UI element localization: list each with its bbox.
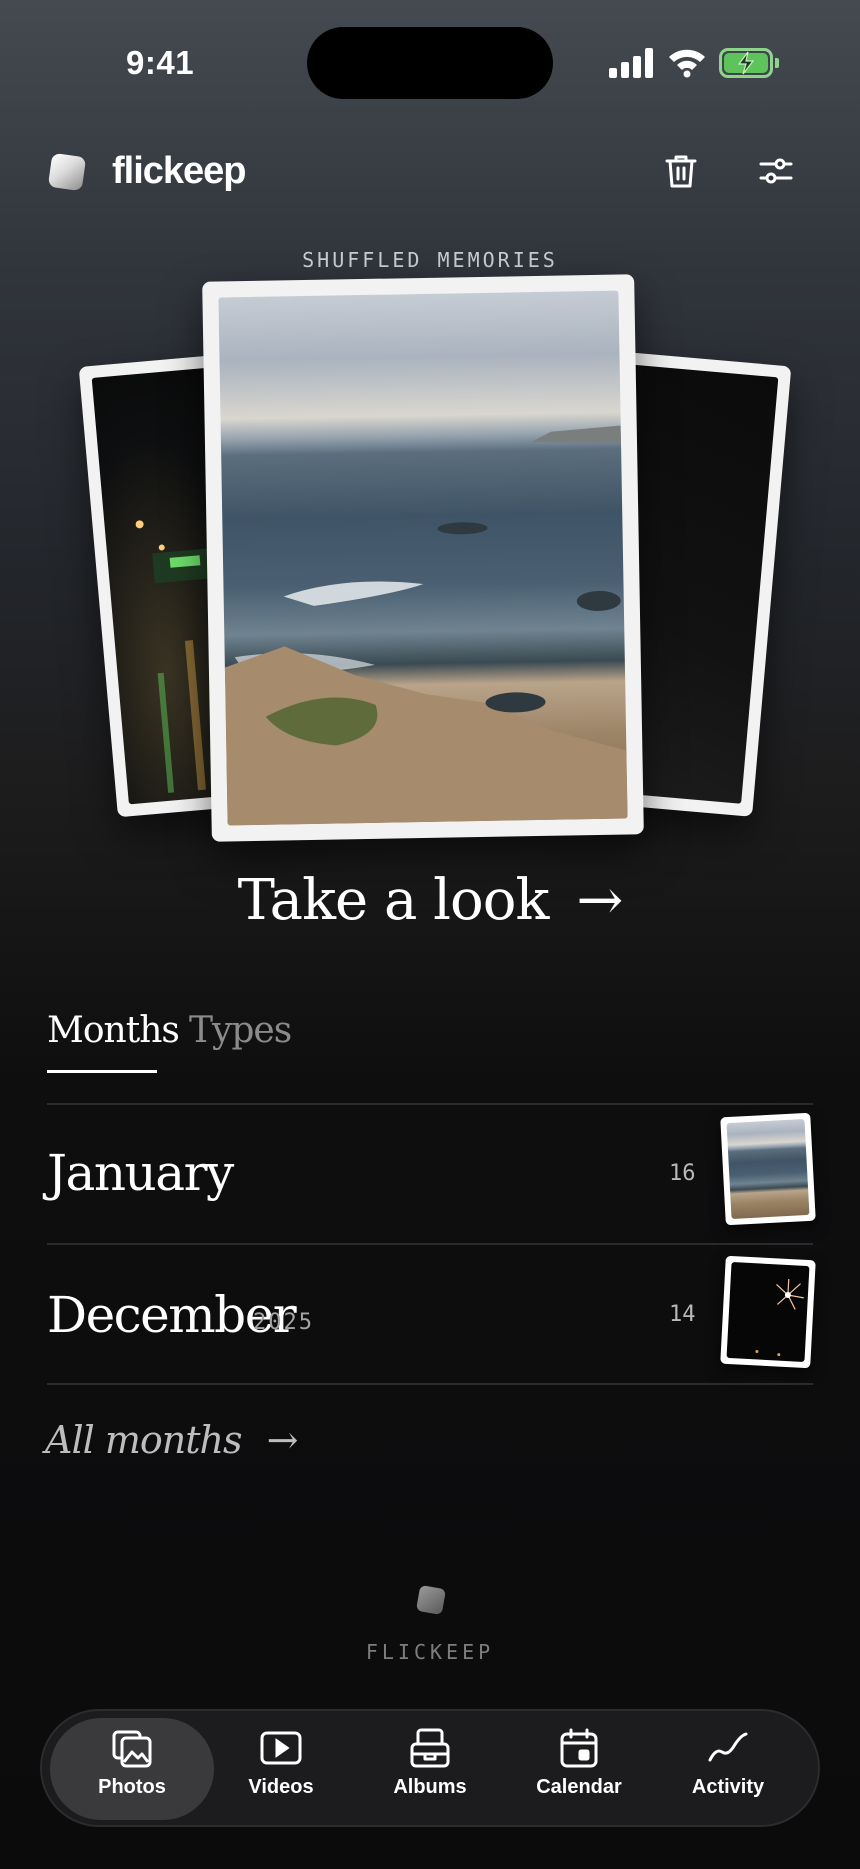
month-count: 14 [669,1302,696,1327]
memory-photo-seascape [218,290,628,826]
tab-types[interactable]: Types [189,1010,292,1051]
tabbar-item-photos[interactable]: Photos [62,1728,202,1799]
tabbar-item-videos[interactable]: Videos [211,1728,351,1799]
footer-logo-icon [415,1584,447,1616]
memories-label: SHUFFLED MEMORIES [302,248,558,272]
month-name: January [47,1144,234,1202]
cellular-signal-icon [609,48,655,78]
filter-sliders-icon[interactable] [758,153,794,194]
month-row-january[interactable]: January 16 [0,1104,860,1244]
tabbar-label: Calendar [536,1776,622,1798]
month-count: 16 [669,1161,696,1186]
tabbar-label: Videos [248,1776,314,1798]
battery-icon [719,48,779,78]
memory-card-main[interactable] [202,274,644,842]
take-a-look-link[interactable]: Take a look → [0,868,860,933]
take-a-look-label: Take a look [237,868,550,933]
dynamic-island [307,27,553,99]
tabbar-label: Albums [393,1776,467,1798]
albums-icon [410,1728,450,1768]
trash-icon[interactable] [664,153,698,194]
all-months-label: All months [45,1418,242,1462]
tabbar-label: Photos [98,1776,166,1798]
calendar-icon [560,1728,598,1768]
month-row-december[interactable]: December 2025 14 [0,1244,860,1384]
photos-icon [112,1730,152,1768]
activity-icon [708,1732,748,1762]
tabbar-item-calendar[interactable]: Calendar [509,1728,649,1799]
app-title: flickeep [112,150,247,192]
footer-label: FLICKEEP [365,1640,495,1664]
month-year: 2025 [253,1310,314,1335]
status-time: 9:41 [126,44,195,81]
tabbar-item-albums[interactable]: Albums [360,1728,500,1799]
month-thumbnail [720,1255,816,1369]
videos-icon [260,1731,302,1765]
all-months-link[interactable]: All months → [45,1418,299,1462]
wifi-icon [667,46,707,83]
tab-months[interactable]: Months [47,1010,180,1051]
divider [47,1383,813,1385]
month-thumbnail [720,1112,816,1226]
tab-active-indicator [47,1070,157,1073]
arrow-right-icon: → [576,868,623,933]
arrow-right-icon: → [266,1418,299,1462]
app-logo-icon [47,152,87,192]
tabbar-label: Activity [691,1776,765,1798]
tabbar-item-activity[interactable]: Activity [658,1728,798,1799]
